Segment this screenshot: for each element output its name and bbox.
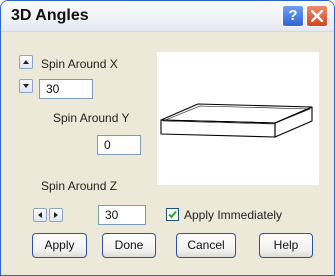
- close-button[interactable]: [306, 5, 328, 27]
- apply-immediately-checkbox[interactable]: [166, 208, 179, 221]
- checkmark-icon: [168, 210, 177, 219]
- spin-y-field[interactable]: 0: [97, 135, 141, 155]
- done-button[interactable]: Done: [102, 233, 156, 258]
- arrow-right-icon: [54, 212, 58, 218]
- question-mark-icon: ?: [288, 7, 298, 24]
- spin-y-label: Spin Around Y: [53, 111, 130, 125]
- help-button[interactable]: Help: [259, 233, 313, 258]
- window-title: 3D Angles: [11, 7, 89, 24]
- arrow-down-icon: [23, 84, 29, 88]
- spin-x-field[interactable]: 30: [39, 79, 93, 99]
- help-title-button[interactable]: ?: [282, 5, 304, 27]
- apply-immediately-label: Apply Immediately: [184, 208, 283, 222]
- arrow-left-icon: [38, 212, 42, 218]
- spin-z-right-button[interactable]: [49, 208, 63, 222]
- rotated-box-graphic: [160, 103, 313, 138]
- apply-button[interactable]: Apply: [32, 233, 87, 258]
- spin-x-label: Spin Around X: [41, 57, 118, 71]
- arrow-up-icon: [23, 60, 29, 64]
- title-bar[interactable]: 3D Angles ?: [1, 1, 334, 32]
- spin-z-field[interactable]: 30: [98, 205, 146, 225]
- preview-panel: [157, 52, 319, 185]
- spin-z-left-button[interactable]: [33, 208, 47, 222]
- spin-x-down-button[interactable]: [19, 79, 33, 93]
- cancel-button[interactable]: Cancel: [176, 233, 236, 258]
- spin-z-label: Spin Around Z: [41, 179, 118, 193]
- angles-dialog: 3D Angles ? Spin Around X 30 Spin Around…: [0, 0, 335, 276]
- close-icon: [311, 10, 323, 22]
- spin-x-up-button[interactable]: [19, 55, 33, 69]
